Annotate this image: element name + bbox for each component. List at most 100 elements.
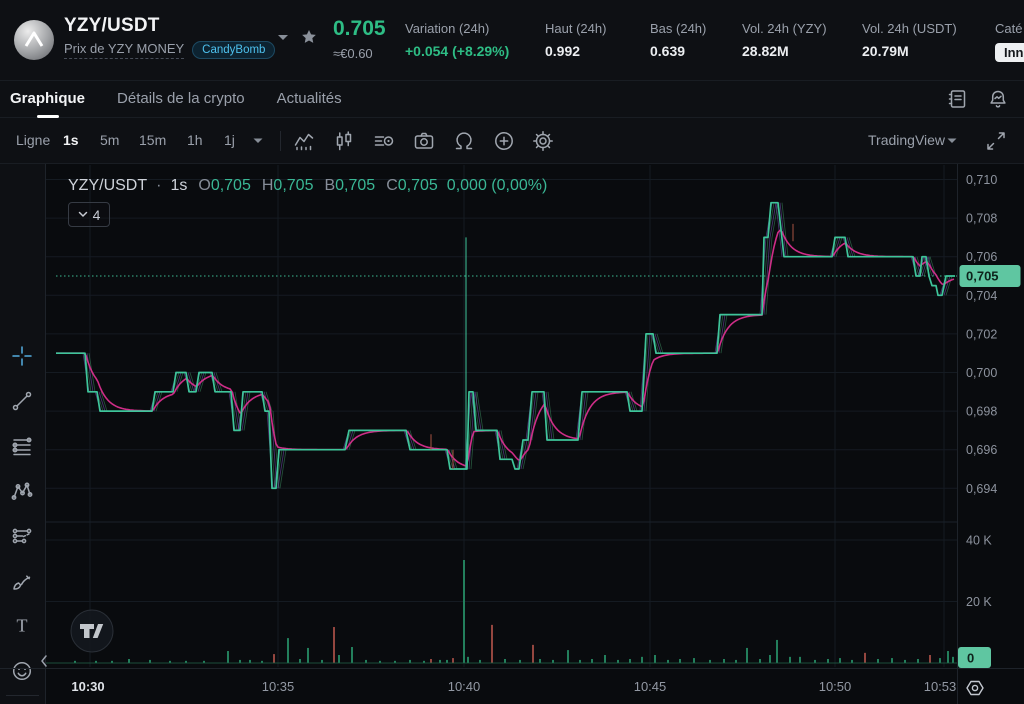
tab-details-crypto[interactable]: Détails de la crypto xyxy=(117,80,245,118)
trend-line-icon[interactable] xyxy=(10,389,34,413)
price-tick-label: 0,696 xyxy=(966,443,997,457)
gear-icon[interactable] xyxy=(531,129,555,153)
tab-graphique[interactable]: Graphique xyxy=(10,80,85,118)
pair-dropdown-caret-icon[interactable] xyxy=(276,33,290,43)
volume-bar xyxy=(641,657,643,663)
candybomb-badge[interactable]: CandyBomb xyxy=(192,41,275,59)
volume-bar xyxy=(723,659,725,663)
volume-bar xyxy=(299,659,301,663)
text-tool-icon[interactable]: T xyxy=(10,614,34,638)
pair-title: YZY/USDT xyxy=(64,15,275,37)
add-plus-circle-icon[interactable] xyxy=(492,129,516,153)
volume-zero-badge-label: 0 xyxy=(967,651,974,666)
volume-bar xyxy=(799,657,801,663)
chart-type-button[interactable]: Ligne xyxy=(16,132,50,148)
svg-text:T: T xyxy=(17,616,28,636)
volume-bar xyxy=(679,659,681,663)
volume-bar xyxy=(430,659,432,663)
volume-bar xyxy=(273,654,275,663)
legend-low: B0,705 xyxy=(324,177,375,195)
fib-retracement-icon[interactable] xyxy=(10,434,34,458)
time-tick-label: 10:45 xyxy=(634,679,667,694)
time-tick-label: 10:50 xyxy=(819,679,852,694)
legend-open: O0,705 xyxy=(198,177,251,195)
list-settings-icon[interactable] xyxy=(372,129,396,153)
journal-icon[interactable] xyxy=(945,87,969,111)
volume-tick-label: 20 K xyxy=(966,595,992,609)
fullscreen-expand-icon[interactable] xyxy=(984,129,1008,153)
sidebar-divider xyxy=(6,695,39,696)
trading-page: YZY/USDT Prix de YZY MONEY CandyBomb 0.7… xyxy=(0,0,1024,704)
volume-bar xyxy=(629,659,631,663)
pair-header: YZY/USDT Prix de YZY MONEY CandyBomb 0.7… xyxy=(0,0,1024,81)
volume-bar xyxy=(338,655,340,663)
pair-subtitle: Prix de YZY MONEY xyxy=(64,41,184,59)
stat-vol-base: Vol. 24h (YZY) 28.82M xyxy=(742,21,827,59)
volume-bar xyxy=(776,640,778,663)
tab-actualites[interactable]: Actualités xyxy=(277,80,342,118)
pair-logo xyxy=(14,20,54,65)
price-axis[interactable]: 0,7100,7080,7060,7040,7020,7000,6980,696… xyxy=(46,164,1024,704)
volume-tick-label: 40 K xyxy=(966,534,992,548)
interval-5m[interactable]: 5m xyxy=(100,132,119,148)
favorite-star-icon[interactable] xyxy=(299,27,319,47)
prediction-tool-icon[interactable] xyxy=(10,524,34,548)
collapse-panel-chevron-icon[interactable] xyxy=(38,653,50,672)
snapshot-camera-icon[interactable] xyxy=(412,129,436,153)
volume-bar xyxy=(939,658,941,663)
candles-style-icon[interactable] xyxy=(332,129,356,153)
volume-bar xyxy=(693,658,695,663)
price-fiat-approx: ≈€0.60 xyxy=(333,46,386,61)
emoji-tool-icon[interactable] xyxy=(10,659,34,683)
price-tick-label: 0,704 xyxy=(966,289,997,303)
volume-bar xyxy=(128,659,130,663)
price-tick-label: 0,702 xyxy=(966,327,997,341)
volume-bar xyxy=(287,638,289,663)
category-badge[interactable]: Inne xyxy=(995,43,1024,62)
volume-bar xyxy=(452,658,454,663)
volume-zero-badge xyxy=(958,647,991,668)
xabcd-pattern-icon[interactable] xyxy=(10,479,34,503)
page-tabs: Graphique Détails de la crypto Actualité… xyxy=(0,80,1024,118)
volume-bar xyxy=(952,657,954,663)
stat-category: Caté Inne xyxy=(995,21,1024,62)
interval-1h[interactable]: 1h xyxy=(187,132,203,148)
interval-1j[interactable]: 1j xyxy=(224,132,235,148)
price-tick-label: 0,698 xyxy=(966,405,997,419)
legend-symbol[interactable]: YZY/USDT xyxy=(68,177,147,195)
volume-bar xyxy=(746,648,748,663)
time-tick-label: 10:40 xyxy=(448,679,481,694)
volume-bar xyxy=(864,653,866,663)
volume-bar xyxy=(604,655,606,663)
volume-bar xyxy=(789,657,791,663)
stat-high: Haut (24h) 0.992 xyxy=(545,21,606,59)
tradingview-watermark-logo[interactable] xyxy=(71,610,113,652)
volume-bar xyxy=(504,659,506,663)
chart-toolbar: Ligne 1s 5m 15m 1h 1j TradingView xyxy=(0,119,1024,164)
provider-caret-icon[interactable] xyxy=(946,137,958,145)
legend-close: C0,705 xyxy=(386,177,438,195)
interval-1s[interactable]: 1s xyxy=(63,132,79,148)
chart-grid xyxy=(46,165,957,667)
brush-icon[interactable] xyxy=(10,569,34,593)
drawing-tools-sidebar: T xyxy=(0,164,45,704)
volume-bar xyxy=(827,659,829,663)
volume-bar xyxy=(917,659,919,663)
provider-menu[interactable]: TradingView xyxy=(868,132,945,148)
reload-icon[interactable] xyxy=(452,129,476,153)
indicators-icon[interactable] xyxy=(292,129,316,153)
price-alert-bell-icon[interactable] xyxy=(986,87,1010,111)
ma-line xyxy=(56,230,954,466)
price-tick-label: 0,700 xyxy=(966,366,997,380)
crosshair-icon[interactable] xyxy=(10,344,34,368)
volume-bar xyxy=(591,659,593,663)
time-tick-label: 10:35 xyxy=(262,679,295,694)
price-tick-label: 0,710 xyxy=(966,173,997,187)
time-tick-label: 10:53 xyxy=(924,679,957,694)
time-tick-label: 10:30 xyxy=(71,679,104,694)
interval-dropdown-caret-icon[interactable] xyxy=(252,137,264,145)
legend-collapse-button[interactable]: 4 xyxy=(68,202,110,227)
interval-15m[interactable]: 15m xyxy=(139,132,166,148)
price-chart-canvas[interactable]: 10:30 10:35 10:40 10:45 10:50 10:53 0,710 0,70… xyxy=(45,164,1024,704)
volume-bar xyxy=(769,655,771,663)
